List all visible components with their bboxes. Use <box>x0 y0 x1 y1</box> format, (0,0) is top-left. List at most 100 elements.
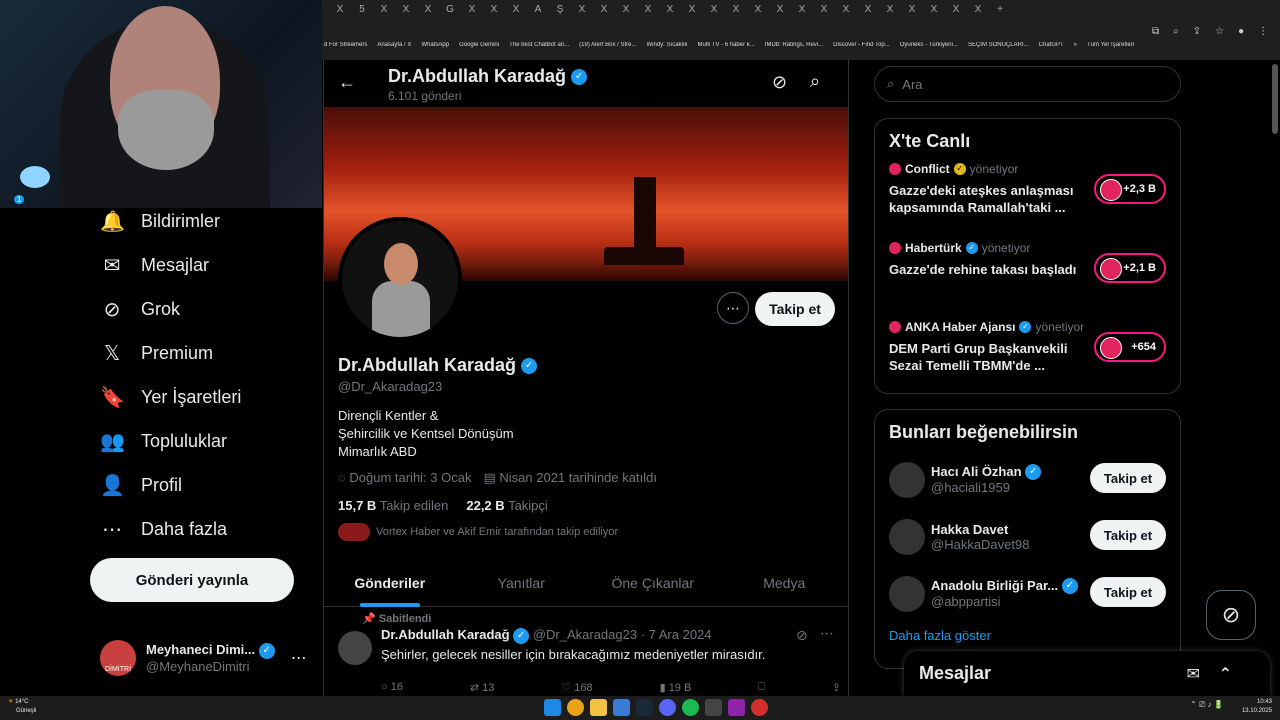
browser-tab[interactable]: X <box>660 0 680 20</box>
avatar[interactable] <box>889 518 925 555</box>
nav-item-premium[interactable]: 𝕏 Premium <box>0 331 322 375</box>
bookmark-item[interactable]: Google Gemini <box>459 42 499 58</box>
clock-time[interactable]: 10:43 <box>1257 699 1272 705</box>
steam-icon[interactable] <box>636 699 653 716</box>
profile-icon[interactable]: ● <box>1238 26 1244 37</box>
followers-link[interactable]: 22,2 B Takipçi <box>466 498 547 513</box>
follow-button[interactable]: Takip et <box>1090 577 1166 607</box>
live-item[interactable]: Conflict ✓ yönetiyor Gazze'deki ateşkes anl… <box>875 160 1180 239</box>
browser-tab[interactable]: Ş <box>550 0 570 20</box>
bookmark-item[interactable]: ChatGPT <box>1039 42 1064 58</box>
profile-avatar[interactable] <box>338 217 462 341</box>
bookmark-item[interactable]: Discover - Find Top... <box>833 42 890 58</box>
browser-tab[interactable]: X <box>968 0 988 20</box>
browser-tab[interactable]: X <box>946 0 966 20</box>
nav-item-yer-i-şaretleri[interactable]: 🔖 Yer İşaretleri <box>0 375 322 419</box>
taskbar-app-icon[interactable] <box>751 699 768 716</box>
following-link[interactable]: 15,7 B Takip edilen <box>338 498 448 513</box>
bookmark-item[interactable]: Anasayfa / X <box>377 42 411 58</box>
avatar[interactable] <box>889 575 925 612</box>
grok-icon[interactable]: ⊘ <box>796 627 808 644</box>
spotify-icon[interactable] <box>682 699 699 716</box>
discord-icon[interactable] <box>659 699 676 716</box>
bookmark-item[interactable]: IMDb: Ratings, Revi... <box>765 42 823 58</box>
browser-tab[interactable]: X <box>572 0 592 20</box>
nav-item-daha-fazla[interactable]: ⋯ Daha fazla <box>0 507 322 551</box>
nav-item-mesajlar[interactable]: ✉ Mesajlar <box>0 243 322 287</box>
taskbar-app-icon[interactable] <box>728 699 745 716</box>
browser-tab[interactable]: X <box>330 0 350 20</box>
back-arrow-icon[interactable]: ← <box>338 72 356 93</box>
more-horizontal-icon[interactable]: ⋯ <box>291 648 307 668</box>
browser-tab[interactable]: X <box>880 0 900 20</box>
more-options-button[interactable]: ⋯ <box>717 292 749 324</box>
browser-tab[interactable]: A <box>528 0 548 20</box>
messages-drawer[interactable]: Mesajlar ✉ ⌃ <box>904 651 1270 696</box>
file-explorer-icon[interactable] <box>590 699 607 716</box>
collapse-up-icon[interactable]: ⌃ <box>1219 664 1232 684</box>
bookmark-item[interactable]: The best ChatBot an... <box>509 42 569 58</box>
like-button[interactable]: ♡ 168 <box>561 681 592 694</box>
views-button[interactable]: ▮ 19 B <box>660 681 692 694</box>
bookmark-item[interactable]: Multi TV - 6 haber k... <box>698 42 755 58</box>
avatar[interactable] <box>889 461 925 498</box>
browser-tab[interactable]: X <box>748 0 768 20</box>
bookmark-item[interactable]: Tüm Yer İşaretleri <box>1087 42 1134 58</box>
bookmark-item[interactable]: » <box>1074 42 1077 58</box>
extension-icon[interactable]: ⧉ <box>1152 26 1159 37</box>
browser-tab[interactable]: X <box>594 0 614 20</box>
grok-fab-button[interactable]: ⊘ <box>1206 590 1256 640</box>
reply-button[interactable]: ○ 16 <box>381 681 403 694</box>
browser-tab[interactable]: + <box>990 0 1010 20</box>
browser-tab[interactable]: X <box>484 0 504 20</box>
browser-tab[interactable]: X <box>924 0 944 20</box>
browser-tab[interactable]: X <box>374 0 394 20</box>
browser-tab[interactable]: X <box>858 0 878 20</box>
browser-tab[interactable]: X <box>616 0 636 20</box>
live-count-badge[interactable]: +2,3 B <box>1094 174 1166 204</box>
search-input[interactable]: ⌕ Ara <box>874 66 1181 102</box>
tab-gönderiler[interactable]: Gönderiler <box>324 565 456 607</box>
followed-by[interactable]: Vortex Haber ve Akif Emir tarafından tak… <box>338 523 618 541</box>
tab-öne-çıkanlar[interactable]: Öne Çıkanlar <box>587 565 719 606</box>
post-author[interactable]: Dr.Abdullah Karadağ <box>381 627 510 642</box>
more-horizontal-icon[interactable]: ⋯ <box>820 625 834 642</box>
suggestion-item[interactable]: Hakka Davet @HakkaDavet98 Takip et <box>875 508 1180 565</box>
browser-tab[interactable]: X <box>726 0 746 20</box>
show-more-link[interactable]: Daha fazla göster <box>875 622 1180 649</box>
browser-tab-strip[interactable]: X 5 X X X G X X X A Ş X X X X X X X X X X X X X X X X X X X + <box>322 0 1280 20</box>
nav-item-profil[interactable]: 👤 Profil <box>0 463 322 507</box>
nav-item-bildirimler[interactable]: 🔔 1 Bildirimler <box>0 195 322 243</box>
share-button[interactable]: ⇪ <box>832 681 841 694</box>
avatar[interactable] <box>338 631 372 665</box>
browser-tab[interactable]: X <box>682 0 702 20</box>
zoom-icon[interactable]: ⌕ <box>1173 26 1179 37</box>
share-icon[interactable]: ⇪ <box>1193 26 1201 37</box>
chrome-icon[interactable] <box>567 699 584 716</box>
live-item[interactable]: Habertürk ✓ yönetiyor Gazze'de rehine takas… <box>875 239 1180 318</box>
windows-start-icon[interactable] <box>544 699 561 716</box>
browser-tab[interactable]: X <box>506 0 526 20</box>
clock-date[interactable]: 13.10.2025 <box>1242 708 1272 714</box>
follow-button[interactable]: Takip et <box>755 292 835 326</box>
bookmark-item[interactable]: Windy: Sıcaklık <box>647 42 688 58</box>
browser-tab[interactable]: X <box>902 0 922 20</box>
search-icon[interactable]: ⌕ <box>810 71 820 92</box>
live-count-badge[interactable]: +2,1 B <box>1094 253 1166 283</box>
bookmark-item[interactable]: Oyuneks - Türkiyeni... <box>900 42 958 58</box>
browser-tab[interactable]: X <box>836 0 856 20</box>
account-switcher[interactable]: DİMİTRİ Meyhaneci Dimi... ✓ @MeyhaneDimi… <box>100 636 310 680</box>
browser-tab[interactable]: X <box>418 0 438 20</box>
nav-item-topluluklar[interactable]: 👥 Topluluklar <box>0 419 322 463</box>
bookmark-item[interactable]: (19) Alert Box / Stre... <box>579 42 636 58</box>
taskbar-app-icon[interactable] <box>613 699 630 716</box>
browser-tab[interactable]: X <box>638 0 658 20</box>
scrollbar[interactable] <box>1272 64 1278 134</box>
browser-tab[interactable]: X <box>704 0 724 20</box>
bookmark-item[interactable]: d For Streamers <box>324 42 367 58</box>
taskbar-app-icon[interactable] <box>705 699 722 716</box>
tab-medya[interactable]: Medya <box>719 565 849 606</box>
browser-tab[interactable]: X <box>462 0 482 20</box>
browser-tab[interactable]: X <box>770 0 790 20</box>
suggestion-item[interactable]: Anadolu Birliği Par... ✓ @abppartisi Takip… <box>875 565 1180 622</box>
